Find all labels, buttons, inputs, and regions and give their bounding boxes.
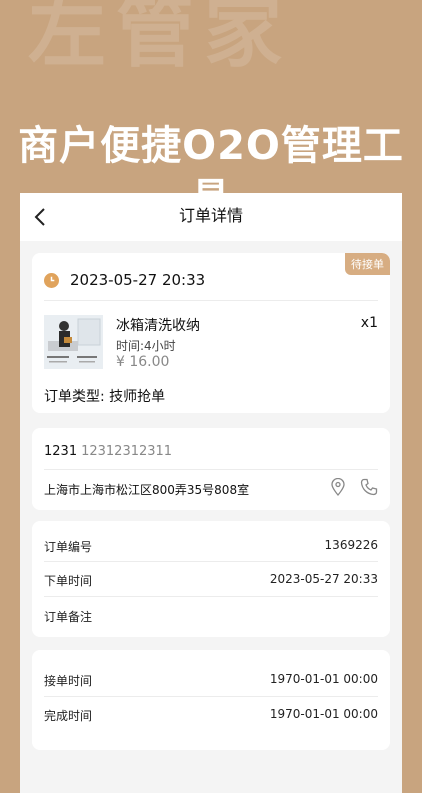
contact-name: 1231 xyxy=(44,444,78,459)
divider xyxy=(44,596,378,597)
finish-time-row: 完成时间 1970-01-01 00:00 xyxy=(44,707,378,724)
divider xyxy=(44,469,378,470)
finish-time-label: 完成时间 xyxy=(44,709,93,723)
order-type: 订单类型: 技师抢单 xyxy=(44,389,166,405)
placed-time-value: 2023-05-27 20:33 xyxy=(269,572,378,586)
divider xyxy=(44,561,378,562)
background-watermark: 左管家 xyxy=(28,0,293,78)
placed-time-label: 下单时间 xyxy=(44,574,93,588)
page-title: 订单详情 xyxy=(178,206,243,225)
placed-time-row: 下单时间 2023-05-27 20:33 xyxy=(44,572,378,589)
accept-time-value: 1970-01-01 00:00 xyxy=(269,672,378,686)
service-quantity: x1 xyxy=(360,315,378,331)
phone-call-icon[interactable] xyxy=(360,478,378,496)
contact-phone: 12312312311 xyxy=(81,444,173,459)
phone-screen: 订单详情 待接单 2023-05-27 20:33 冰箱清洗收纳 x1 时间:4… xyxy=(20,193,402,793)
service-duration: 时间:4小时 xyxy=(116,339,176,353)
divider xyxy=(44,696,378,697)
order-number-value: 1369226 xyxy=(324,538,378,552)
divider xyxy=(44,300,378,301)
finish-time-value: 1970-01-01 00:00 xyxy=(269,707,378,721)
accept-time-row: 接单时间 1970-01-01 00:00 xyxy=(44,672,378,689)
contact-card: 1231 12312312311 上海市上海市松江区800弄35号808室 xyxy=(32,428,390,510)
order-datetime: 2023-05-27 20:33 xyxy=(70,271,206,289)
contact-address: 上海市上海市松江区800弄35号808室 xyxy=(44,483,250,497)
order-number-label: 订单编号 xyxy=(44,540,93,554)
location-pin-icon[interactable] xyxy=(330,478,346,496)
clock-icon xyxy=(44,273,59,288)
navbar: 订单详情 xyxy=(20,193,402,241)
remark-label: 订单备注 xyxy=(44,610,93,624)
accept-time-label: 接单时间 xyxy=(44,674,93,688)
time-info-card: 接单时间 1970-01-01 00:00 完成时间 1970-01-01 00… xyxy=(32,650,390,750)
order-info-card: 订单编号 1369226 下单时间 2023-05-27 20:33 订单备注 xyxy=(32,521,390,637)
service-price: ¥ 16.00 xyxy=(116,354,170,370)
service-name: 冰箱清洗收纳 xyxy=(116,318,200,334)
remark-row: 订单备注 xyxy=(44,608,378,625)
service-thumbnail xyxy=(44,315,103,369)
order-card: 待接单 2023-05-27 20:33 冰箱清洗收纳 x1 时间:4小时 ¥ … xyxy=(32,253,390,413)
contact-info: 1231 12312312311 xyxy=(44,444,172,459)
order-number-row: 订单编号 1369226 xyxy=(44,538,378,555)
status-badge: 待接单 xyxy=(345,253,390,275)
